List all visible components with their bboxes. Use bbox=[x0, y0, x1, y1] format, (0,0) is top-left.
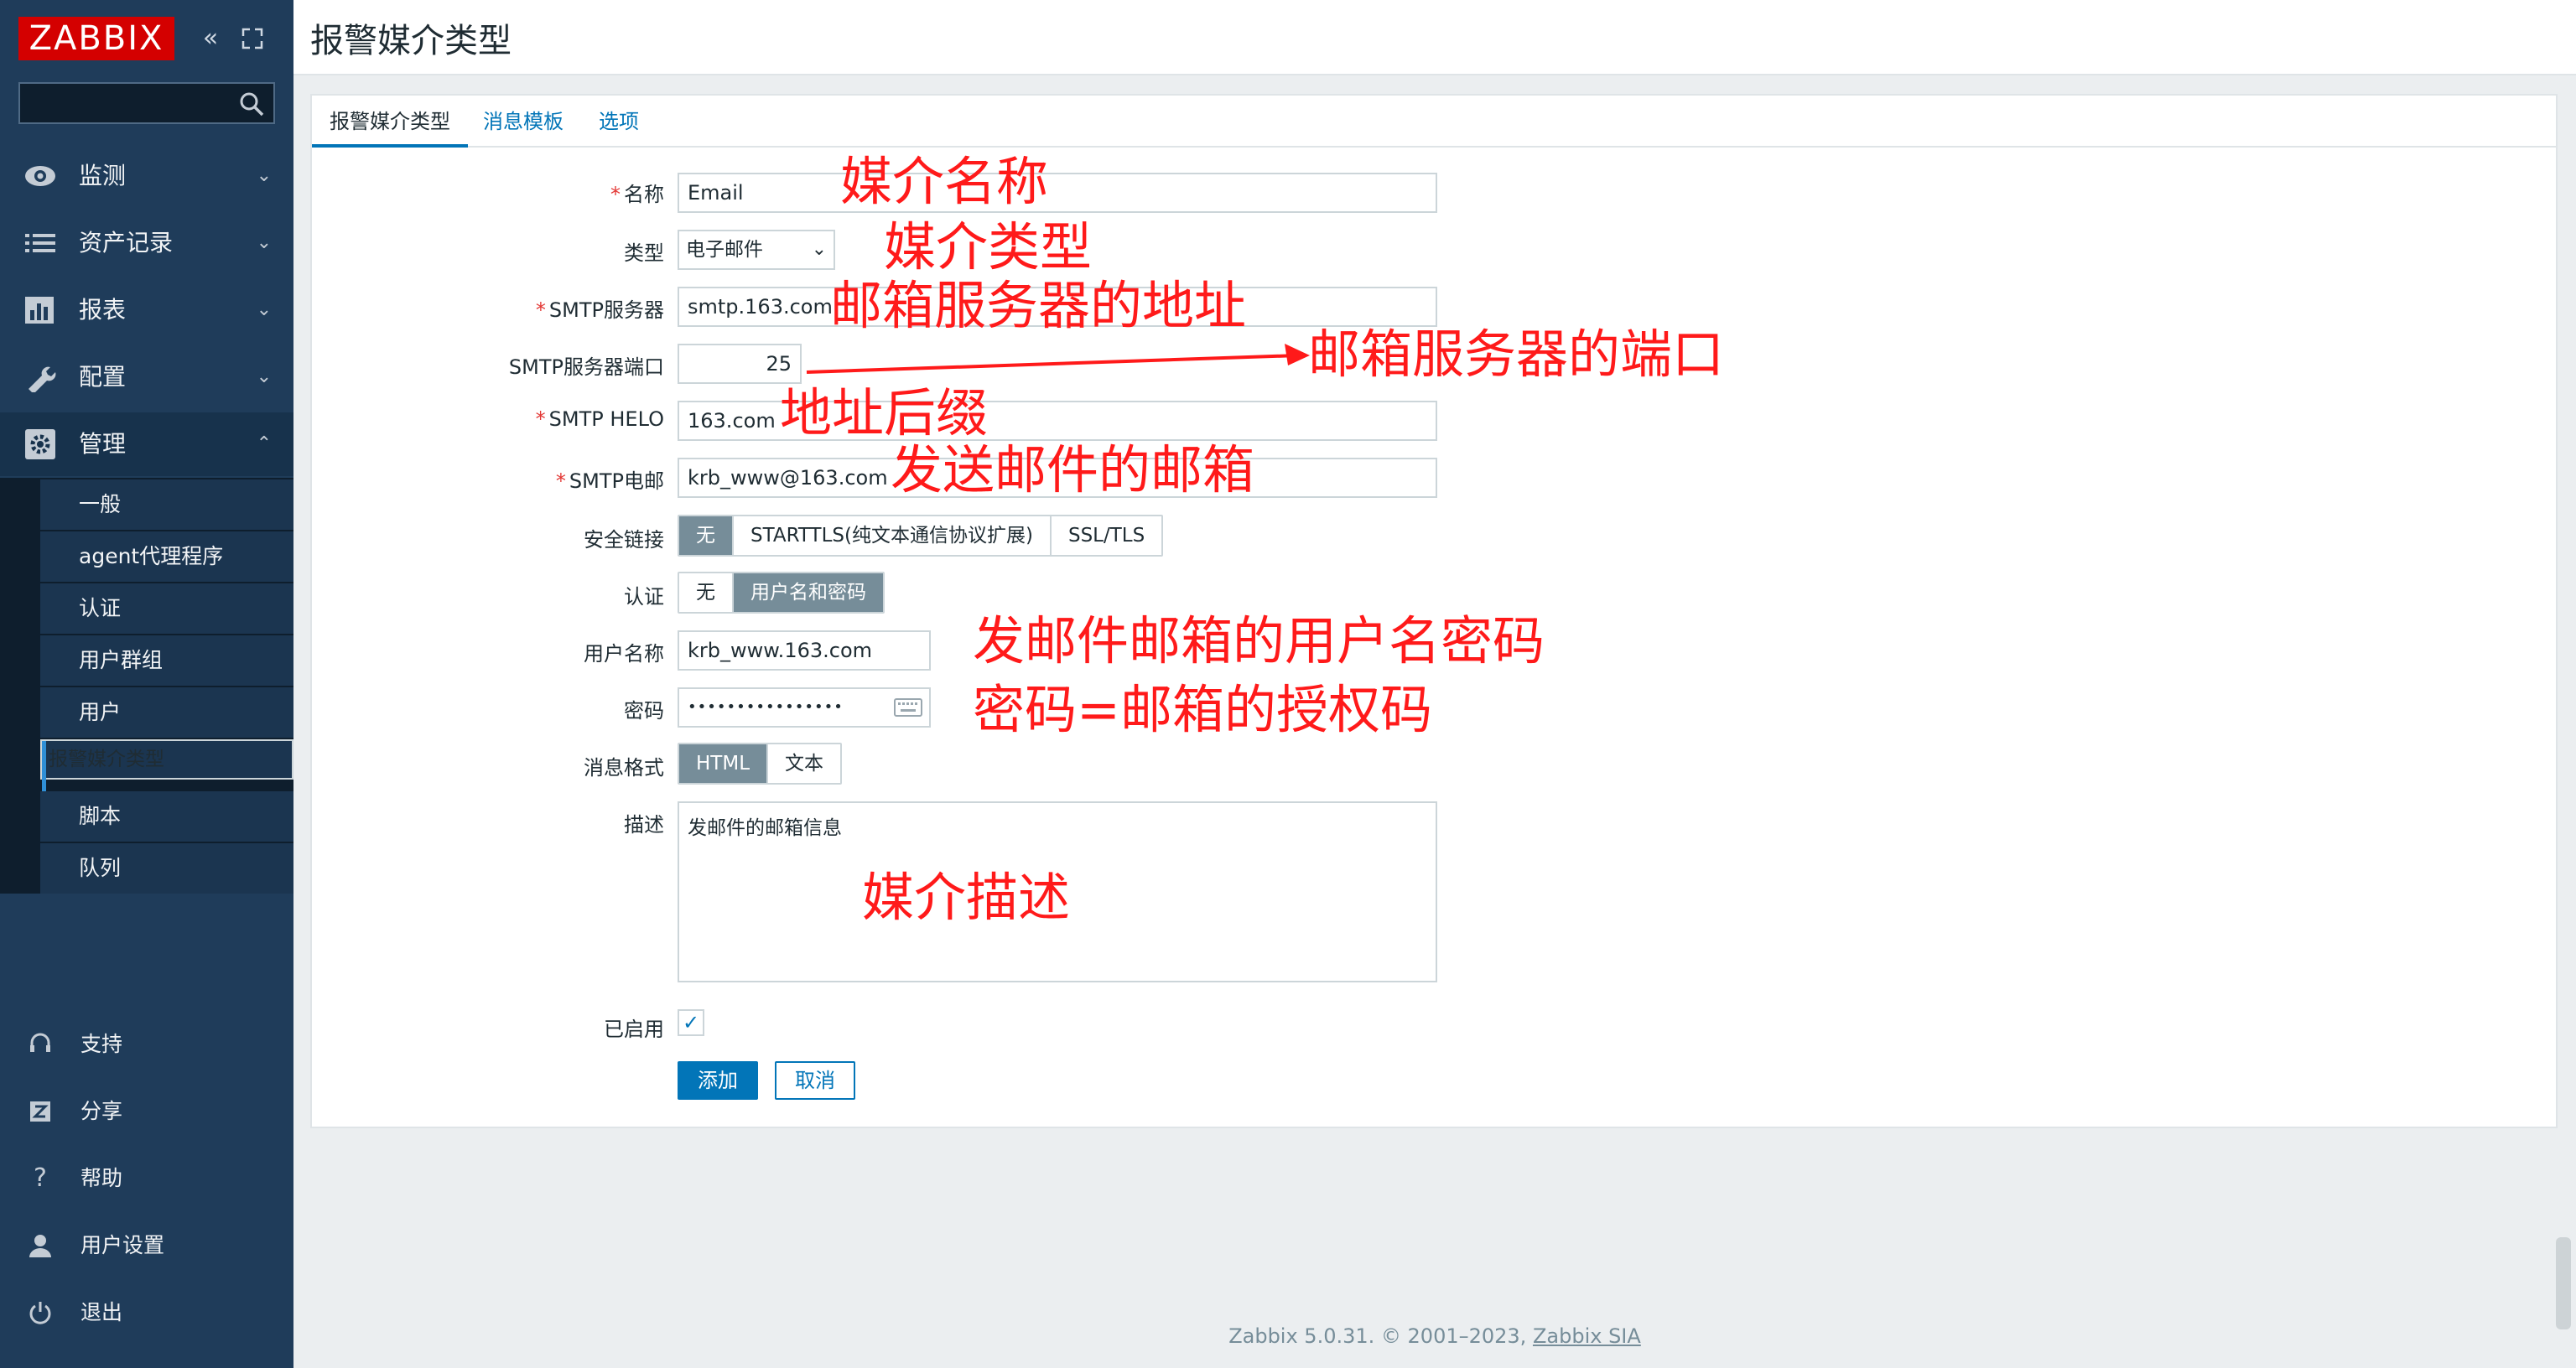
annotation-password-authcode: 密码=邮箱的授权码 bbox=[973, 679, 1432, 740]
submenu-queue[interactable]: 队列 bbox=[40, 843, 293, 894]
name-input[interactable]: Email bbox=[678, 173, 1437, 213]
submenu-users[interactable]: 用户 bbox=[40, 687, 293, 738]
annotation-sender-email: 发送邮件的邮箱 bbox=[891, 439, 1255, 500]
keyboard-icon[interactable] bbox=[894, 697, 922, 718]
chevron-down-icon: ⌄ bbox=[256, 165, 272, 186]
nav-inventory[interactable]: 资产记录 ⌄ bbox=[0, 211, 293, 275]
security-radio-group: 无 STARTTLS(纯文本通信协议扩展) SSL/TLS bbox=[678, 515, 1164, 557]
smtp-server-label: * SMTP服务器 bbox=[535, 298, 664, 322]
annotation-address-suffix: 地址后缀 bbox=[780, 382, 989, 443]
nav-share[interactable]: 分享 bbox=[0, 1080, 293, 1143]
enabled-label: 已启用 bbox=[604, 1018, 664, 1041]
double-chevron-left-icon[interactable]: « bbox=[198, 23, 223, 54]
user-icon bbox=[29, 1235, 51, 1257]
annotation-username-password: 发邮件邮箱的用户名密码 bbox=[973, 610, 1545, 671]
enabled-checkbox[interactable]: ✓ bbox=[678, 1009, 704, 1036]
power-icon bbox=[29, 1302, 51, 1324]
username-label: 用户名称 bbox=[584, 642, 664, 666]
annotation-server-address: 邮箱服务器的地址 bbox=[830, 275, 1247, 336]
password-label: 密码 bbox=[624, 699, 664, 723]
nav-user-settings[interactable]: 用户设置 bbox=[0, 1214, 293, 1277]
auth-none-option[interactable]: 无 bbox=[679, 573, 734, 612]
nav-sign-out[interactable]: 退出 bbox=[0, 1281, 293, 1345]
chevron-down-icon: ⌄ bbox=[811, 239, 827, 260]
chevron-down-icon: ⌄ bbox=[256, 299, 272, 320]
submenu-authentication[interactable]: 认证 bbox=[40, 583, 293, 634]
tab-message-templates[interactable]: 消息模板 bbox=[483, 96, 564, 148]
password-input[interactable]: •••••••••••••••• bbox=[678, 687, 931, 728]
security-starttls-option[interactable]: STARTTLS(纯文本通信协议扩展) bbox=[734, 516, 1052, 555]
gear-icon bbox=[25, 429, 55, 459]
list-icon bbox=[25, 234, 55, 252]
nav-configuration[interactable]: 配置 ⌄ bbox=[0, 345, 293, 409]
annotation-media-type: 媒介类型 bbox=[884, 216, 1093, 277]
smtp-port-input[interactable]: 25 bbox=[678, 344, 802, 384]
tab-media-type[interactable]: 报警媒介类型 bbox=[312, 96, 468, 148]
format-html-option[interactable]: HTML bbox=[679, 744, 769, 783]
nav-reports[interactable]: 报表 ⌄ bbox=[0, 278, 293, 342]
smtp-helo-label: * SMTP HELO bbox=[535, 407, 664, 431]
scrollbar-thumb[interactable] bbox=[2556, 1237, 2571, 1329]
fullscreen-icon[interactable] bbox=[240, 23, 265, 54]
bar-chart-icon bbox=[25, 297, 54, 324]
submenu-general[interactable]: 一般 bbox=[40, 479, 293, 530]
sidebar: ZABBIX « 监测 ⌄ 资产记录 ⌄ 报表 ⌄ 配置 ⌄ 管理 ⌃ 一般 a… bbox=[0, 0, 293, 1368]
chevron-down-icon: ⌄ bbox=[256, 232, 272, 253]
tab-bar: 报警媒介类型 消息模板 选项 bbox=[312, 96, 2556, 148]
eye-icon bbox=[25, 166, 55, 186]
nav-support[interactable]: 支持 bbox=[0, 1013, 293, 1076]
nav-administration[interactable]: 管理 ⌃ bbox=[0, 412, 293, 476]
description-label: 描述 bbox=[624, 813, 664, 837]
format-text-option[interactable]: 文本 bbox=[768, 744, 840, 783]
auth-userpass-option[interactable]: 用户名和密码 bbox=[734, 573, 883, 612]
search-icon[interactable] bbox=[238, 91, 265, 117]
nav-monitoring[interactable]: 监测 ⌄ bbox=[0, 144, 293, 208]
smtp-port-label: SMTP服务器端口 bbox=[508, 355, 664, 379]
submenu-proxies[interactable]: agent代理程序 bbox=[40, 531, 293, 582]
auth-radio-group: 无 用户名和密码 bbox=[678, 572, 885, 614]
name-label: * 名称 bbox=[610, 183, 664, 206]
annotation-media-description: 媒介描述 bbox=[862, 867, 1071, 928]
footer-zabbix-link[interactable]: Zabbix SIA bbox=[1533, 1324, 1641, 1348]
submenu-media-types[interactable]: 报警媒介类型 bbox=[40, 739, 293, 791]
zabbix-logo[interactable]: ZABBIX bbox=[18, 17, 174, 60]
sidebar-search-input[interactable] bbox=[18, 82, 275, 124]
chevron-down-icon: ⌄ bbox=[256, 366, 272, 387]
tab-options[interactable]: 选项 bbox=[599, 96, 639, 148]
wrench-icon bbox=[29, 366, 56, 392]
type-select[interactable]: 电子邮件 ⌄ bbox=[678, 230, 835, 270]
page-header: 报警媒介类型 bbox=[293, 0, 2576, 75]
smtp-email-label: * SMTP电邮 bbox=[555, 469, 664, 493]
security-none-option[interactable]: 无 bbox=[679, 516, 734, 555]
submenu-scripts[interactable]: 脚本 bbox=[40, 791, 293, 842]
headset-icon bbox=[30, 1033, 50, 1052]
admin-submenu: 一般 agent代理程序 认证 用户群组 用户 报警媒介类型 脚本 队列 bbox=[0, 478, 293, 894]
auth-label: 认证 bbox=[624, 585, 664, 609]
nav-help[interactable]: ? 帮助 bbox=[0, 1147, 293, 1210]
add-button[interactable]: 添加 bbox=[678, 1061, 758, 1100]
annotation-media-name: 媒介名称 bbox=[840, 151, 1049, 212]
annotation-server-port: 邮箱服务器的端口 bbox=[1308, 324, 1725, 385]
footer: Zabbix 5.0.31. © 2001–2023, Zabbix SIA bbox=[1228, 1324, 1641, 1348]
username-input[interactable]: krb_www.163.com bbox=[678, 630, 931, 671]
security-label: 安全链接 bbox=[584, 528, 664, 552]
submenu-user-groups[interactable]: 用户群组 bbox=[40, 635, 293, 686]
question-icon: ? bbox=[34, 1163, 47, 1193]
share-z-icon bbox=[30, 1101, 50, 1122]
chevron-up-icon: ⌃ bbox=[256, 433, 272, 454]
security-ssl-option[interactable]: SSL/TLS bbox=[1052, 516, 1161, 555]
format-radio-group: HTML 文本 bbox=[678, 743, 843, 785]
format-label: 消息格式 bbox=[584, 756, 664, 780]
cancel-button[interactable]: 取消 bbox=[775, 1061, 855, 1100]
type-label: 类型 bbox=[624, 241, 664, 265]
page-title: 报警媒介类型 bbox=[310, 22, 512, 60]
